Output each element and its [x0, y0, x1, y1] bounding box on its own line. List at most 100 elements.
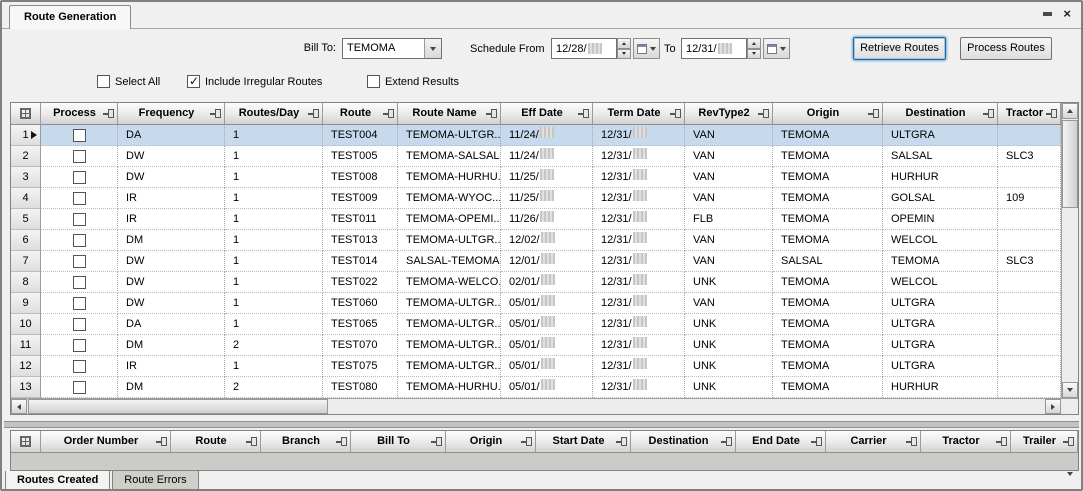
- row-header[interactable]: 9: [11, 293, 41, 314]
- grid-row[interactable]: 10DA1TEST065TEMOMA-ULTGR...05/01/12/31/U…: [11, 314, 1061, 335]
- process-checkbox[interactable]: [73, 381, 86, 394]
- column-header-destination[interactable]: Destination: [631, 431, 736, 453]
- pin-icon[interactable]: [996, 437, 1007, 446]
- process-checkbox[interactable]: [73, 276, 86, 289]
- schedule-to-input[interactable]: 12/31/: [681, 38, 747, 59]
- scroll-up-button[interactable]: [1062, 103, 1078, 119]
- column-header-revtype2[interactable]: RevType2: [685, 103, 773, 125]
- column-header-carrier[interactable]: Carrier: [826, 431, 921, 453]
- column-header-term-date[interactable]: Term Date: [593, 103, 685, 125]
- process-checkbox[interactable]: [73, 234, 86, 247]
- grid-row[interactable]: 9DW1TEST060TEMOMA-ULTGR...05/01/12/31/VA…: [11, 293, 1061, 314]
- spin-up-button[interactable]: [747, 38, 761, 49]
- pin-icon[interactable]: [308, 109, 319, 118]
- spin-up-button[interactable]: [617, 38, 631, 49]
- pin-icon[interactable]: [486, 109, 497, 118]
- pin-icon[interactable]: [758, 109, 769, 118]
- column-header-trailer[interactable]: Trailer: [1011, 431, 1078, 453]
- pin-icon[interactable]: [1046, 109, 1057, 118]
- schedule-from-calendar-button[interactable]: [633, 38, 660, 59]
- tab-scroll-down-button[interactable]: [1067, 476, 1073, 488]
- select-all-checkbox[interactable]: [97, 75, 110, 88]
- pin-icon[interactable]: [521, 437, 532, 446]
- column-header-frequency[interactable]: Frequency: [118, 103, 225, 125]
- spin-down-button[interactable]: [747, 49, 761, 60]
- field-chooser-button[interactable]: [11, 103, 41, 125]
- schedule-from-input[interactable]: 12/28/: [551, 38, 617, 59]
- grid-row[interactable]: 8DW1TEST022TEMOMA-WELCO...02/01/12/31/UN…: [11, 272, 1061, 293]
- scrollbar-thumb[interactable]: [1062, 120, 1078, 208]
- process-checkbox[interactable]: [73, 318, 86, 331]
- grid-row[interactable]: 13DM2TEST080TEMOMA-HURHU...05/01/12/31/U…: [11, 377, 1061, 398]
- tab-route-errors[interactable]: Route Errors: [112, 471, 198, 490]
- pin-icon[interactable]: [103, 109, 114, 118]
- process-checkbox[interactable]: [73, 339, 86, 352]
- column-header-eff-date[interactable]: Eff Date: [501, 103, 593, 125]
- column-header-bill-to[interactable]: Bill To: [351, 431, 446, 453]
- grid-row[interactable]: 5IR1TEST011TEMOMA-OPEMI...11/26/12/31/FL…: [11, 209, 1061, 230]
- horizontal-scrollbar[interactable]: [11, 398, 1078, 414]
- vertical-scrollbar[interactable]: [1061, 103, 1078, 398]
- column-header-origin[interactable]: Origin: [773, 103, 883, 125]
- pin-icon[interactable]: [721, 437, 732, 446]
- extend-results-checkbox[interactable]: [367, 75, 380, 88]
- tab-route-generation[interactable]: Route Generation: [9, 5, 131, 29]
- column-header-tractor[interactable]: Tractor: [921, 431, 1011, 453]
- panel-splitter[interactable]: [4, 421, 1079, 428]
- pin-icon[interactable]: [383, 109, 394, 118]
- pin-icon[interactable]: [578, 109, 589, 118]
- pin-icon[interactable]: [336, 437, 347, 446]
- field-chooser-button[interactable]: [11, 431, 41, 453]
- column-header-branch[interactable]: Branch: [261, 431, 351, 453]
- process-checkbox[interactable]: [73, 360, 86, 373]
- grid-row[interactable]: 7DW1TEST014SALSAL-TEMOMA...12/01/12/31/V…: [11, 251, 1061, 272]
- row-header[interactable]: 10: [11, 314, 41, 335]
- pin-icon[interactable]: [1063, 437, 1074, 446]
- column-header-origin[interactable]: Origin: [446, 431, 536, 453]
- pin-icon[interactable]: [246, 437, 257, 446]
- grid-row[interactable]: 12IR1TEST075TEMOMA-ULTGR...05/01/12/31/U…: [11, 356, 1061, 377]
- process-routes-button[interactable]: Process Routes: [960, 37, 1052, 60]
- grid-row[interactable]: 1DA1TEST004TEMOMA-ULTGR...11/24/12/31/VA…: [11, 125, 1061, 146]
- column-header-end-date[interactable]: End Date: [736, 431, 826, 453]
- pin-icon[interactable]: [906, 437, 917, 446]
- row-header[interactable]: 13: [11, 377, 41, 398]
- column-header-route-name[interactable]: Route Name: [398, 103, 501, 125]
- pin-icon[interactable]: [670, 109, 681, 118]
- pin-icon[interactable]: [983, 109, 994, 118]
- process-checkbox[interactable]: [73, 255, 86, 268]
- pin-icon[interactable]: [1043, 12, 1052, 16]
- column-header-route[interactable]: Route: [323, 103, 398, 125]
- close-icon[interactable]: ×: [1063, 7, 1071, 21]
- process-checkbox[interactable]: [73, 171, 86, 184]
- process-checkbox[interactable]: [73, 213, 86, 226]
- row-header[interactable]: 2: [11, 146, 41, 167]
- grid-row[interactable]: 6DM1TEST013TEMOMA-ULTGR...12/02/12/31/VA…: [11, 230, 1061, 251]
- pin-icon[interactable]: [811, 437, 822, 446]
- row-header[interactable]: 1: [11, 125, 41, 146]
- row-header[interactable]: 5: [11, 209, 41, 230]
- process-checkbox[interactable]: [73, 150, 86, 163]
- retrieve-routes-button[interactable]: Retrieve Routes: [853, 37, 946, 60]
- row-header[interactable]: 8: [11, 272, 41, 293]
- pin-icon[interactable]: [616, 437, 627, 446]
- bill-to-select[interactable]: TEMOMA: [342, 38, 442, 59]
- grid-row[interactable]: 11DM2TEST070TEMOMA-ULTGR...05/01/12/31/U…: [11, 335, 1061, 356]
- process-checkbox[interactable]: [73, 297, 86, 310]
- column-header-tractor[interactable]: Tractor: [998, 103, 1061, 125]
- pin-icon[interactable]: [868, 109, 879, 118]
- scroll-down-button[interactable]: [1062, 382, 1078, 398]
- scrollbar-thumb[interactable]: [28, 399, 328, 414]
- schedule-to-calendar-button[interactable]: [763, 38, 790, 59]
- scroll-right-button[interactable]: [1045, 399, 1061, 414]
- bill-to-dropdown-button[interactable]: [424, 39, 441, 58]
- row-header[interactable]: 3: [11, 167, 41, 188]
- tab-routes-created[interactable]: Routes Created: [5, 471, 110, 491]
- process-checkbox[interactable]: [73, 129, 86, 142]
- pin-icon[interactable]: [431, 437, 442, 446]
- row-header[interactable]: 6: [11, 230, 41, 251]
- column-header-order-number[interactable]: Order Number: [41, 431, 171, 453]
- column-header-routes-day[interactable]: Routes/Day: [225, 103, 323, 125]
- scroll-left-button[interactable]: [11, 399, 27, 414]
- column-header-destination[interactable]: Destination: [883, 103, 998, 125]
